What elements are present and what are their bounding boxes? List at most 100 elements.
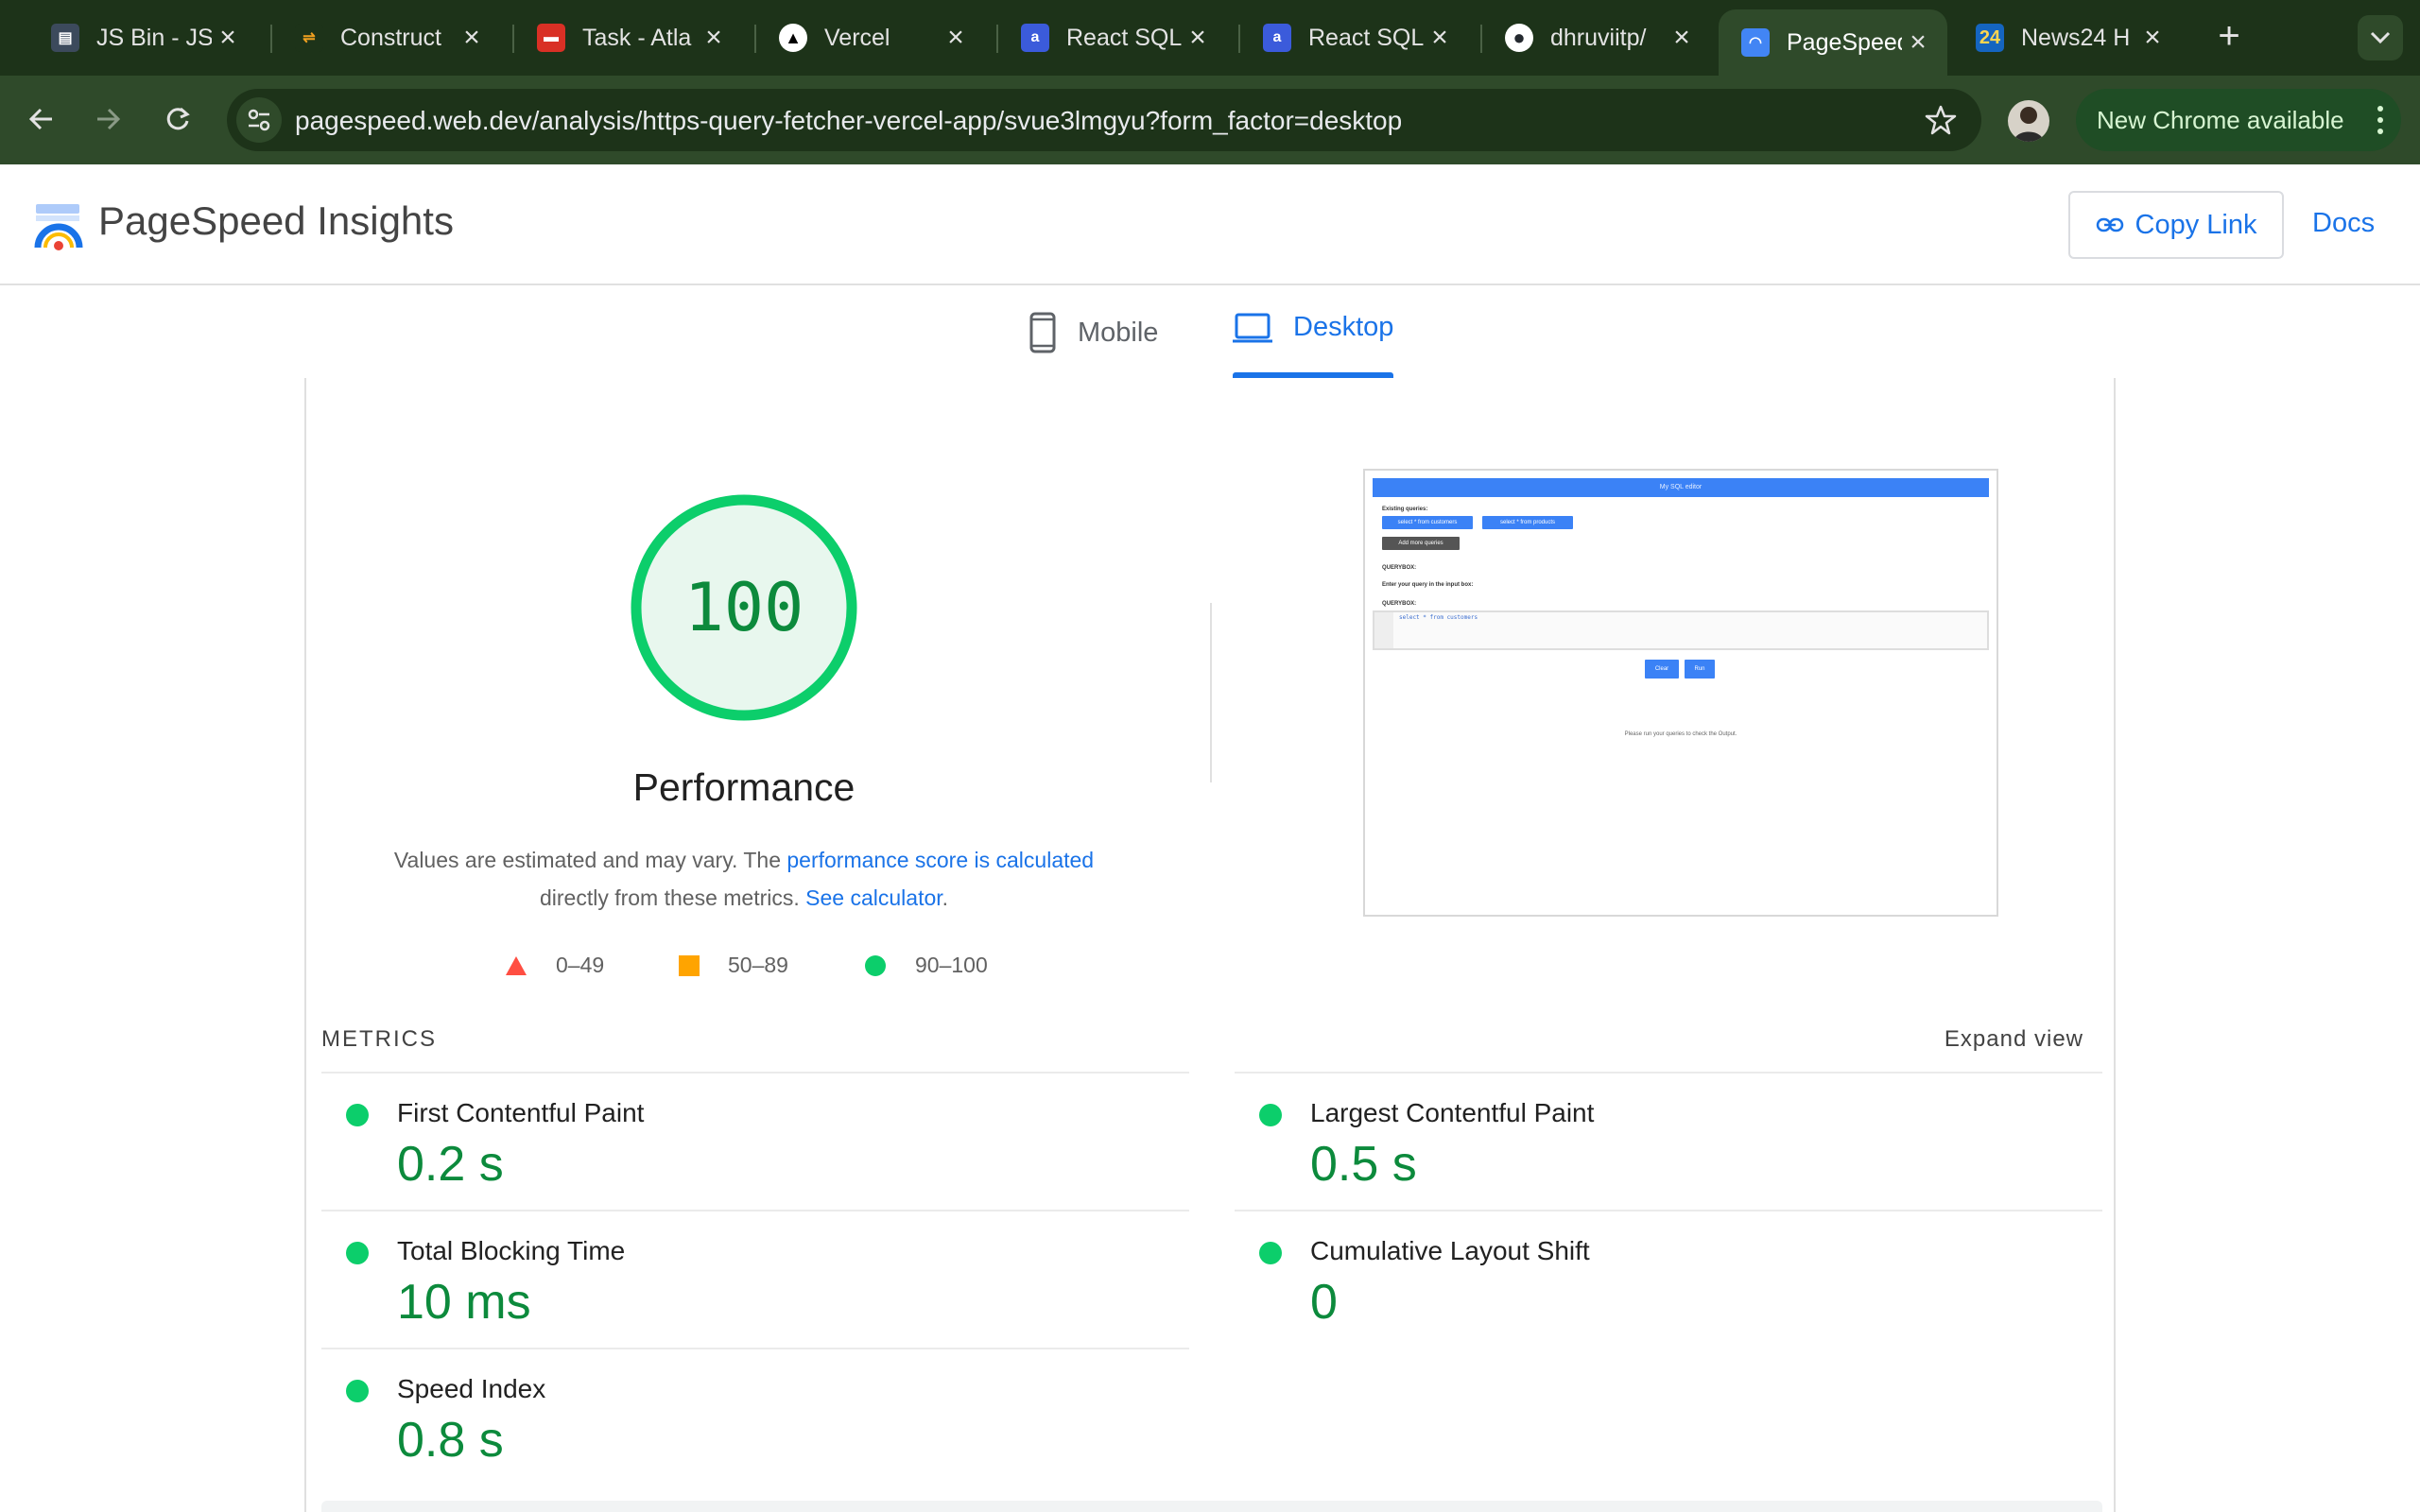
metric-fcp: First Contentful Paint 0.2 s — [321, 1072, 1189, 1210]
pass-circle-icon — [346, 1242, 369, 1264]
browser-tab[interactable]: ▤ JS Bin - JS × — [28, 11, 257, 64]
thumb-query-button: select * from customers — [1382, 516, 1473, 529]
square-icon — [679, 954, 700, 976]
smartphone-icon — [1029, 312, 1056, 353]
tab-mobile-label: Mobile — [1078, 317, 1159, 348]
thumb-editor-gutter — [1374, 612, 1393, 648]
browser-tab-active[interactable]: ◠ PageSpeed × — [1719, 9, 1947, 76]
browser-tab[interactable]: a React SQL × — [998, 11, 1227, 64]
report-card: 100 Performance Values are estimated and… — [304, 378, 2116, 1512]
triangle-icon — [506, 955, 527, 975]
address-bar[interactable]: pagespeed.web.dev/analysis/https-query-f… — [227, 89, 1981, 151]
see-calculator-link[interactable]: See calculator — [805, 885, 942, 910]
legend-range: 90–100 — [915, 953, 988, 977]
desc-text: directly from these metrics. — [539, 885, 806, 910]
legend-fail: 0–49 — [505, 953, 604, 978]
chrome-update-button[interactable]: New Chrome available — [2076, 89, 2401, 151]
tab-search-button[interactable] — [2358, 15, 2403, 60]
expand-view-toggle[interactable]: Expand view — [1945, 1026, 2083, 1053]
vercel-icon: ▲ — [779, 24, 807, 52]
browser-tab[interactable]: a React SQL × — [1240, 11, 1469, 64]
performance-title: Performance — [632, 765, 856, 809]
close-icon[interactable]: × — [1902, 26, 1934, 59]
laptop-icon — [1233, 313, 1272, 342]
github-icon: ● — [1505, 24, 1533, 52]
metric-name: Speed Index — [397, 1374, 546, 1403]
browser-tab[interactable]: ⇌ Construct × — [272, 11, 501, 64]
final-screenshot[interactable]: My SQL editor Existing queries: select *… — [1363, 469, 1998, 917]
metric-value: 0 — [1310, 1275, 1338, 1330]
close-icon[interactable]: × — [2136, 22, 2169, 54]
score-legend: 0–49 50–89 90–100 — [505, 953, 1091, 990]
profile-avatar-icon — [2014, 107, 2044, 142]
thumb-output-hint: Please run your queries to check the Out… — [1624, 731, 1737, 737]
browser-toolbar: pagespeed.web.dev/analysis/https-query-f… — [0, 76, 2420, 164]
close-icon[interactable]: × — [1666, 22, 1698, 54]
pass-circle-icon — [1259, 1242, 1282, 1264]
copy-link-label: Copy Link — [2135, 209, 2257, 240]
tab-title: PageSpeed — [1787, 28, 1902, 56]
browser-tab[interactable]: ▬ Task - Atla × — [514, 11, 743, 64]
construct-icon: ⇌ — [295, 24, 323, 52]
react-sql-icon: a — [1021, 24, 1049, 52]
tab-mobile[interactable]: Mobile — [1028, 312, 1158, 353]
new-tab-button[interactable]: + — [2208, 15, 2250, 57]
metric-value: 10 ms — [397, 1275, 531, 1330]
metric-si: Speed Index 0.8 s — [321, 1348, 1189, 1486]
tab-title: News24 H — [2021, 24, 2131, 51]
back-button[interactable] — [19, 96, 64, 142]
close-icon[interactable]: × — [698, 22, 730, 54]
arrow-right-icon — [97, 108, 121, 130]
thumb-code: select * from customers — [1399, 614, 1478, 621]
pass-circle-icon — [346, 1104, 369, 1126]
avatar[interactable] — [2008, 100, 2049, 142]
site-info-button[interactable] — [236, 97, 282, 143]
browser-tab[interactable]: ▲ Vercel × — [756, 11, 985, 64]
close-icon[interactable]: × — [1424, 22, 1456, 54]
thumb-text: Existing queries: — [1382, 507, 1428, 512]
performance-gauge[interactable]: 100 — [628, 491, 860, 724]
legend-range: 50–89 — [728, 953, 788, 977]
more-vert-icon[interactable] — [2377, 106, 2384, 134]
tab-title: JS Bin - JS — [96, 24, 212, 51]
close-icon[interactable]: × — [1182, 22, 1214, 54]
close-icon[interactable]: × — [940, 22, 972, 54]
score-calculated-link[interactable]: performance score is calculated — [786, 848, 1094, 872]
docs-link[interactable]: Docs — [2312, 208, 2375, 239]
pass-circle-icon — [346, 1380, 369, 1402]
psi-header: PageSpeed Insights Copy Link Docs — [0, 164, 2420, 285]
metric-name: Largest Contentful Paint — [1310, 1098, 1595, 1127]
reload-button[interactable] — [155, 96, 200, 142]
forward-button[interactable] — [85, 96, 130, 142]
tab-title: React SQL — [1308, 24, 1424, 51]
browser-tab[interactable]: ● dhruviitp/ × — [1482, 11, 1711, 64]
browser-tab[interactable]: 24 News24 H × — [1953, 11, 2182, 64]
react-sql-icon: a — [1263, 24, 1291, 52]
next-section-edge — [321, 1501, 2102, 1512]
metrics-heading: METRICS — [321, 1026, 437, 1052]
divider — [1210, 603, 1212, 782]
legend-average: 50–89 — [679, 953, 788, 978]
bookmark-star-icon[interactable] — [1925, 104, 1957, 136]
metric-lcp: Largest Contentful Paint 0.5 s — [1235, 1072, 2102, 1210]
page-title: PageSpeed Insights — [98, 198, 454, 243]
browser-tab-strip: ▤ JS Bin - JS × ⇌ Construct × ▬ Task - A… — [0, 0, 2420, 76]
thumb-header: My SQL editor — [1373, 478, 1989, 497]
close-icon[interactable]: × — [456, 22, 488, 54]
performance-description: Values are estimated and may vary. The p… — [363, 841, 1125, 917]
legend-range: 0–49 — [556, 953, 605, 977]
pagespeed-icon: ◠ — [1741, 28, 1770, 57]
metric-cls: Cumulative Layout Shift 0 — [1235, 1210, 2102, 1348]
close-icon[interactable]: × — [212, 22, 244, 54]
metric-value: 0.8 s — [397, 1413, 504, 1468]
form-factor-tabs: Mobile Desktop — [0, 285, 2420, 378]
tab-desktop[interactable]: Desktop — [1233, 312, 1393, 343]
pagespeed-logo-icon[interactable] — [34, 200, 85, 251]
circle-icon — [865, 954, 886, 976]
url-text[interactable]: pagespeed.web.dev/analysis/https-query-f… — [295, 106, 1402, 136]
thumb-run-button: Run — [1685, 660, 1715, 679]
copy-link-button[interactable]: Copy Link — [2068, 191, 2284, 259]
thumb-clear-button: Clear — [1645, 660, 1679, 679]
link-icon — [2096, 217, 2123, 232]
tab-title: React SQL — [1066, 24, 1182, 51]
